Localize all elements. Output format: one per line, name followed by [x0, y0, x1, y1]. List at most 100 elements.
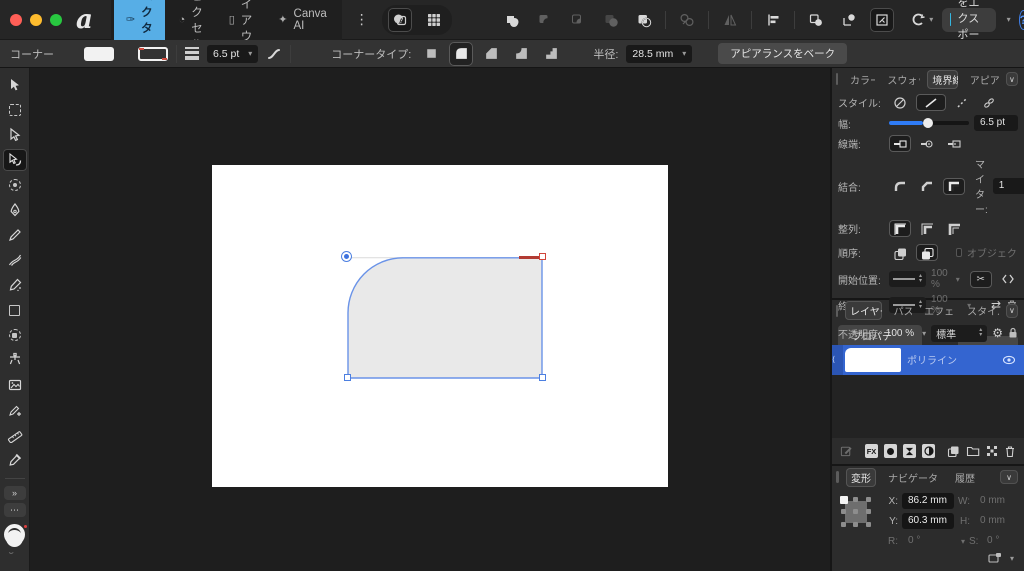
y-input[interactable]: 60.3 mm [902, 513, 954, 529]
fill-stroke-selector[interactable]: ⌣ [2, 524, 28, 557]
radius-dropdown[interactable]: 28.5 mm ▾ [626, 44, 693, 63]
cap-round-button[interactable] [916, 135, 938, 152]
stroke-profile-icon[interactable] [266, 46, 282, 62]
h-input[interactable]: 0 mm [974, 513, 1024, 529]
boolean-add-button[interactable] [500, 8, 524, 32]
style-picker-tool[interactable] [3, 399, 27, 421]
start-style-dropdown[interactable]: ▴ ▾ [889, 271, 927, 287]
merge-curves-button[interactable] [675, 8, 699, 32]
scissors-button[interactable]: ✂ [969, 270, 992, 288]
node-handle-bottomleft[interactable] [344, 374, 351, 381]
transform-mode-caret-icon[interactable]: ▾ [1010, 554, 1014, 563]
align-center-button[interactable] [889, 220, 911, 237]
node-handle-bottomright[interactable] [539, 374, 546, 381]
pencil-tool[interactable] [3, 224, 27, 246]
edit-detached-icon[interactable] [840, 444, 853, 458]
corner-type-none-button[interactable] [419, 42, 443, 66]
fill-color-well[interactable] [5, 530, 23, 547]
close-window-button[interactable] [10, 13, 22, 26]
measure-tool[interactable] [3, 424, 27, 446]
live-filter-button[interactable] [922, 444, 935, 459]
tab-color[interactable]: カラー [845, 70, 875, 89]
w-input[interactable]: 0 mm [974, 493, 1024, 509]
layer-row-polyline[interactable]: ⟨ ポリライン [832, 344, 1024, 375]
corner-handle-topleft[interactable] [341, 251, 352, 262]
zoom-window-button[interactable] [50, 13, 62, 26]
more-tools-button[interactable]: ⋯ [3, 503, 26, 517]
order-front-button[interactable] [916, 244, 938, 261]
align-inside-button[interactable] [916, 220, 938, 237]
canvas[interactable] [30, 68, 830, 571]
blend-options-gear-icon[interactable]: ⚙ [992, 326, 1003, 340]
move-tool[interactable] [3, 74, 27, 96]
cap-butt-button[interactable] [889, 135, 911, 152]
artboard-tool[interactable] [3, 99, 27, 121]
tab-navigator[interactable]: ナビゲータ [883, 468, 943, 487]
tab-stroke[interactable]: 境界線 [927, 69, 958, 89]
export-options-caret-icon[interactable]: ▾ [1007, 15, 1011, 24]
flood-select-tool[interactable] [3, 324, 27, 346]
vector-crop-tool[interactable] [3, 349, 27, 371]
stroke-width-value[interactable]: 6.5 pt [974, 115, 1018, 131]
scale-with-object-checkbox[interactable] [955, 248, 962, 257]
tab-transform[interactable]: 変形 [846, 467, 876, 487]
opacity-caret-icon[interactable]: ▾ [922, 329, 926, 338]
adjustment-layer-button[interactable] [903, 444, 916, 459]
stroke-width-dropdown[interactable]: 6.5 pt ▾ [207, 44, 259, 63]
swap-colors-icon[interactable]: ⌣ [9, 548, 14, 558]
apps-grid-button[interactable] [422, 8, 446, 32]
boolean-intersect-button[interactable] [566, 8, 590, 32]
document-page[interactable] [212, 165, 668, 487]
flip-horizontal-button[interactable] [718, 8, 742, 32]
stroke-style-none-button[interactable] [889, 94, 911, 111]
transform-mode-icon[interactable] [987, 552, 1003, 564]
join-bevel-button[interactable] [916, 178, 938, 195]
fill-swatch[interactable] [84, 46, 114, 61]
panel-menu-button[interactable]: ∨ [1000, 470, 1018, 484]
stroke-style-texture-button[interactable] [978, 94, 1000, 111]
expand-tools-button[interactable]: » [3, 486, 26, 500]
cap-square-button[interactable] [943, 135, 965, 152]
stroke-width-slider[interactable] [889, 118, 969, 128]
shear-input[interactable]: 0 ° [981, 533, 1024, 549]
help-button[interactable]: ? [1018, 9, 1024, 30]
corner-type-concave-button[interactable] [509, 42, 533, 66]
tab-history[interactable]: 履歴 [950, 468, 980, 487]
blend-mode-dropdown[interactable]: 標準 ▴ ▾ [931, 324, 988, 342]
panel-menu-button[interactable]: ∨ [1005, 72, 1018, 86]
delete-layer-button[interactable] [1004, 445, 1016, 458]
mask-layer-button[interactable] [884, 444, 897, 459]
duplicate-layer-button[interactable] [947, 445, 960, 458]
place-image-tool[interactable] [3, 374, 27, 396]
corner-handle-topright[interactable] [539, 253, 546, 260]
corner-tool[interactable] [2, 149, 27, 171]
cycle-selection-box-button[interactable] [869, 7, 894, 32]
corner-type-rounded-button[interactable] [449, 41, 474, 66]
stroke-style-solid-button[interactable] [916, 94, 946, 111]
color-picker-tool[interactable] [3, 449, 27, 471]
layer-name[interactable]: ポリライン [907, 352, 1002, 367]
alignment-button[interactable] [761, 8, 785, 32]
tab-swatches[interactable]: スウォッチ [882, 70, 920, 89]
layer-thumbnail[interactable] [845, 347, 901, 372]
panel-grip[interactable] [836, 73, 839, 85]
stroke-style-dash-button[interactable] [951, 94, 973, 111]
layer-effects-button[interactable]: FX [865, 444, 878, 459]
vector-brush-tool[interactable] [3, 249, 27, 271]
rectangle-tool[interactable] [3, 299, 27, 321]
pattern-layer-button[interactable] [986, 445, 998, 457]
anchor-topleft[interactable] [840, 496, 848, 504]
boolean-combine-button[interactable] [632, 8, 656, 32]
tab-paths[interactable]: パス [889, 301, 912, 320]
tab-styles[interactable]: スタイル [962, 301, 999, 320]
panel-grip[interactable] [836, 471, 839, 483]
align-outside-button[interactable] [943, 220, 965, 237]
corner-type-straight-button[interactable] [479, 42, 503, 66]
lock-icon[interactable] [1008, 327, 1018, 339]
minimize-window-button[interactable] [30, 13, 42, 26]
selected-shape[interactable] [341, 251, 546, 381]
transform-objects-separately-button[interactable] [804, 8, 828, 32]
paint-brush-tool[interactable] [3, 274, 27, 296]
panel-grip[interactable] [836, 304, 839, 317]
rotation-input[interactable]: 0 ° [902, 533, 954, 549]
